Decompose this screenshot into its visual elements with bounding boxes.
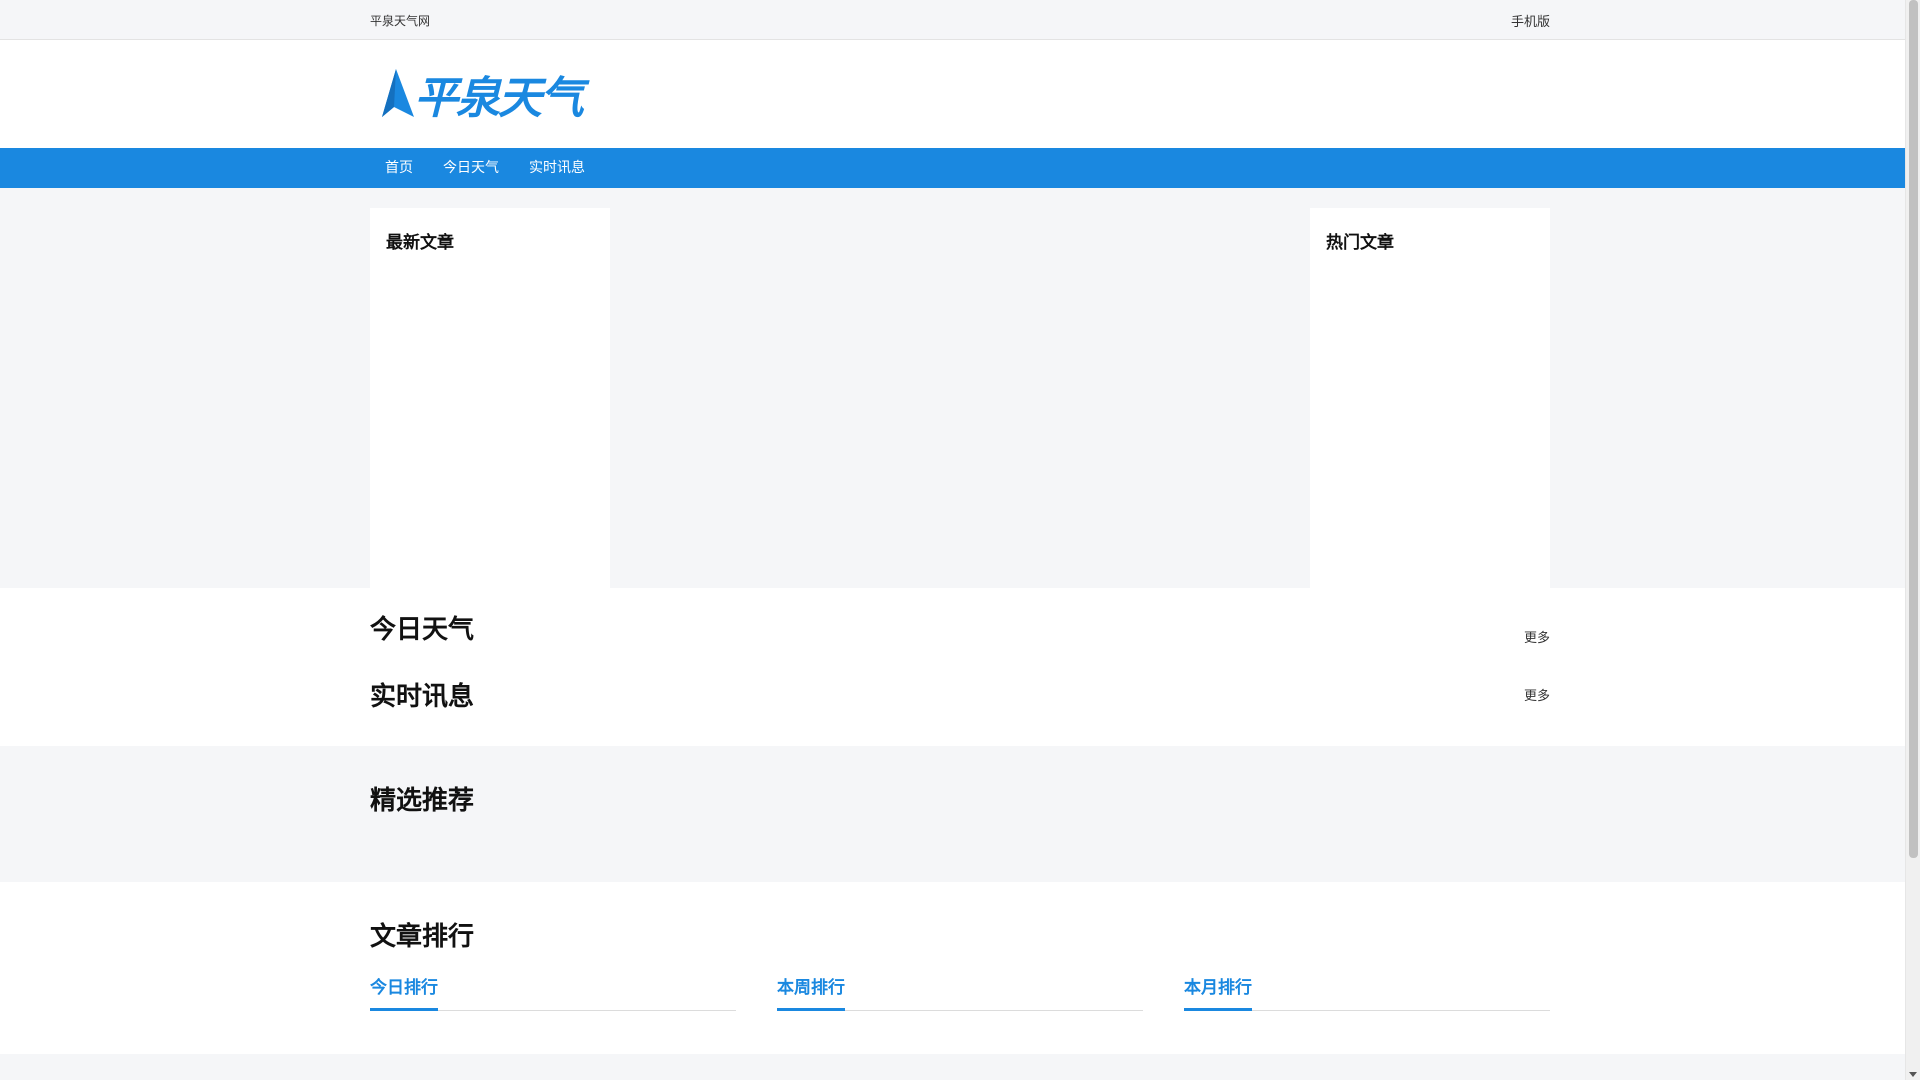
latest-articles-title: 最新文章 <box>386 233 454 253</box>
logo-text: 平泉天气 <box>414 73 584 124</box>
latest-articles-panel: 最新文章 <box>370 208 610 588</box>
hero-area: 最新文章 热门文章 <box>0 188 1920 588</box>
featured-section: 精选推荐 <box>0 746 1920 882</box>
vertical-scrollbar[interactable] <box>1905 0 1920 1080</box>
ranking-title: 文章排行 <box>370 922 475 952</box>
featured-title: 精选推荐 <box>370 786 475 816</box>
realtime-more-link[interactable]: 更多 <box>1524 685 1550 704</box>
top-bar: 平泉天气网 手机版 <box>0 0 1920 40</box>
hot-articles-title: 热门文章 <box>1326 233 1394 253</box>
footer-strip <box>0 1054 1920 1080</box>
today-weather-more-link[interactable]: 更多 <box>1524 627 1550 646</box>
realtime-title: 实时讯息 <box>370 681 475 712</box>
today-weather-title: 今日天气 <box>370 615 475 645</box>
today-weather-header: 今日天气 更多 <box>370 588 1550 654</box>
nav-item-realtime-news[interactable]: 实时讯息 <box>514 148 600 188</box>
header: 平泉天气 <box>0 40 1920 148</box>
hot-articles-panel: 热门文章 <box>1310 208 1550 588</box>
main-nav: 首页 今日天气 实时讯息 <box>0 148 1920 188</box>
site-logo[interactable]: 平泉天气 <box>374 64 584 124</box>
ranking-column-month: 本月排行 <box>1184 971 1550 1011</box>
scrollbar-thumb[interactable] <box>1909 0 1918 858</box>
logo-sail-icon <box>382 69 414 117</box>
tab-today-ranking[interactable]: 今日排行 <box>370 971 438 1011</box>
ranking-column-week: 本周排行 <box>777 971 1143 1011</box>
mobile-version-link[interactable]: 手机版 <box>1511 11 1550 30</box>
tab-month-ranking[interactable]: 本月排行 <box>1184 971 1252 1011</box>
news-sections: 今日天气 更多 实时讯息 更多 <box>0 588 1920 746</box>
site-name[interactable]: 平泉天气网 <box>370 12 430 29</box>
ranking-column-today: 今日排行 <box>370 971 736 1011</box>
tab-week-ranking[interactable]: 本周排行 <box>777 971 845 1011</box>
realtime-header: 实时讯息 更多 <box>370 654 1550 734</box>
ranking-section: 文章排行 今日排行 本周排行 本月排行 <box>0 882 1920 1054</box>
scroll-down-arrow-icon[interactable] <box>1909 1072 1917 1077</box>
nav-item-today-weather[interactable]: 今日天气 <box>428 148 514 188</box>
nav-item-home[interactable]: 首页 <box>370 148 428 188</box>
